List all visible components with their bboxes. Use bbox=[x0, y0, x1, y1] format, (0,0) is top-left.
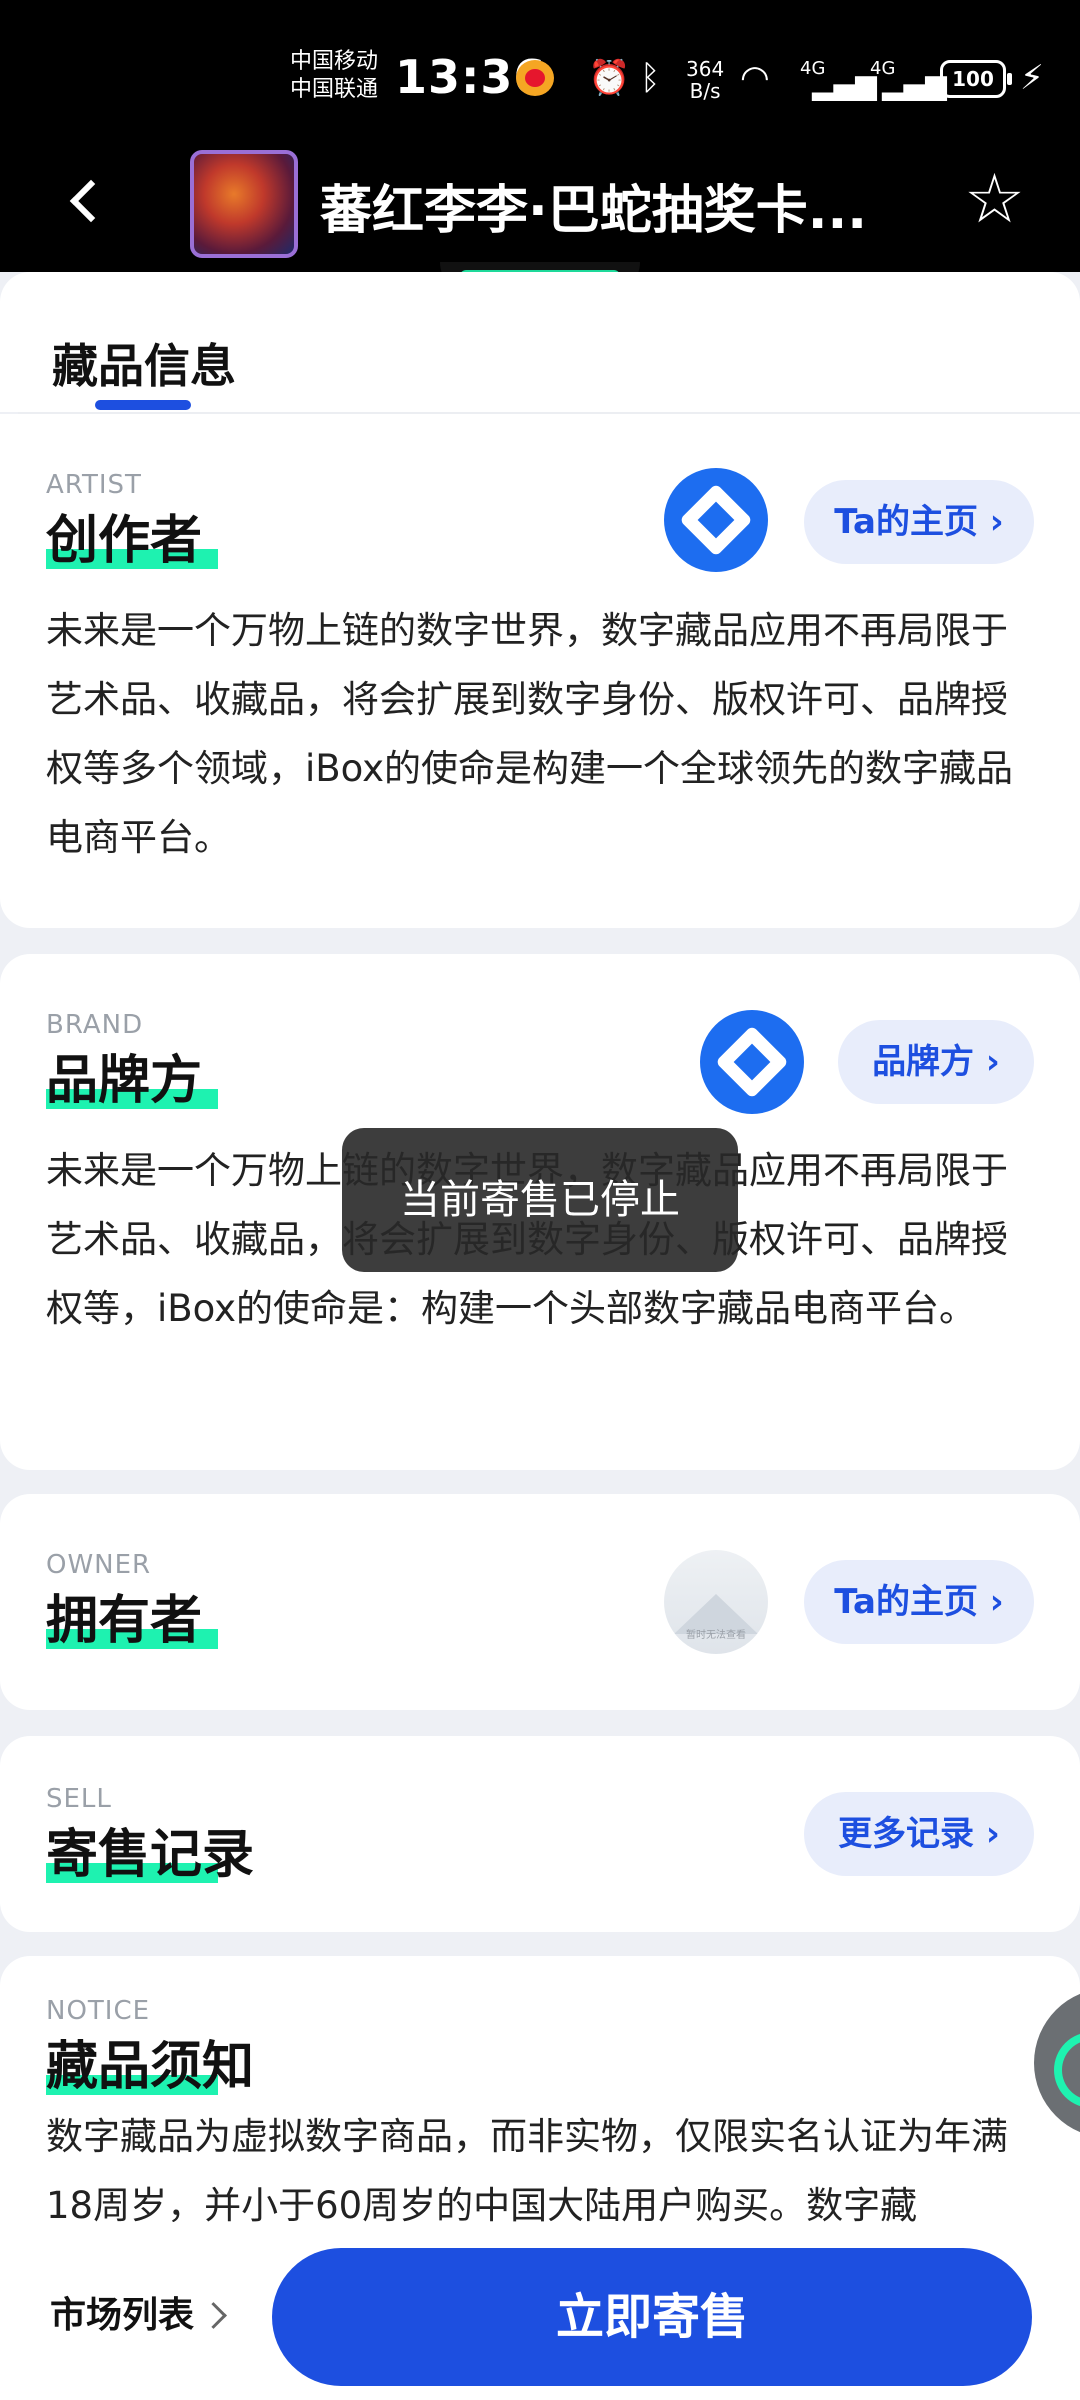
consign-now-button[interactable]: 立即寄售 bbox=[272, 2248, 1032, 2386]
weibo-icon bbox=[516, 60, 554, 96]
owner-en-label: OWNER bbox=[46, 1550, 152, 1580]
tab-indicator bbox=[95, 400, 191, 410]
carrier-labels: 中国移动 中国联通 bbox=[290, 48, 378, 104]
brand-heading-text: 品牌方 bbox=[46, 1051, 203, 1111]
artist-heading: 创作者 bbox=[46, 498, 218, 573]
ibox-logo-icon bbox=[664, 468, 768, 572]
owner-homepage-button[interactable]: Ta的主页 › bbox=[804, 1560, 1034, 1644]
sell-en-label: SELL bbox=[46, 1784, 112, 1814]
page-title: 蕃红李李·巴蛇抽奖卡... bbox=[320, 181, 868, 241]
brand-button[interactable]: 品牌方 › bbox=[838, 1020, 1034, 1104]
sell-heading: 寄售记录 bbox=[46, 1812, 254, 1887]
avatar-placeholder-text: 暂时无法查看 bbox=[686, 1630, 746, 1641]
carrier-1: 中国移动 bbox=[290, 49, 379, 74]
brand-heading: 品牌方 bbox=[46, 1038, 218, 1113]
status-bar: 中国移动 中国联通 13:36 ⏰ ᛒ 364 B/s ◠ 4G ▂▄▆ 4G … bbox=[0, 0, 1080, 150]
chevron-right-icon bbox=[200, 2302, 227, 2329]
charging-icon: ⚡ bbox=[1020, 58, 1044, 98]
collectible-thumbnail bbox=[190, 150, 298, 258]
net-speed-unit: B/s bbox=[689, 79, 721, 103]
owner-card: OWNER 拥有者 暂时无法查看 Ta的主页 › bbox=[0, 1494, 1080, 1710]
sell-card: SELL 寄售记录 更多记录 › bbox=[0, 1736, 1080, 1932]
artist-description: 未来是一个万物上链的数字世界，数字藏品应用不再局限于艺术品、收藏品，将会扩展到数… bbox=[46, 609, 1014, 859]
carrier-2: 中国联通 bbox=[290, 77, 379, 102]
notice-description: 数字藏品为虚拟数字商品，而非实物，仅限实名认证为年满18周岁，并小于60周岁的中… bbox=[46, 2115, 1008, 2227]
tab-bar: 藏品信息 bbox=[0, 272, 1080, 412]
bluetooth-icon: ᛒ bbox=[640, 58, 661, 98]
artist-en-label: ARTIST bbox=[46, 470, 142, 500]
notice-heading: 藏品须知 bbox=[46, 2024, 254, 2099]
sell-heading-text: 寄售记录 bbox=[46, 1825, 255, 1885]
owner-avatar: 暂时无法查看 bbox=[664, 1550, 768, 1654]
toast-message: 当前寄售已停止 bbox=[342, 1128, 738, 1272]
favorite-star-icon[interactable]: ☆ bbox=[964, 160, 1025, 240]
alarm-icon: ⏰ bbox=[588, 58, 631, 98]
brand-en-label: BRAND bbox=[46, 1010, 144, 1040]
top-bar: 中国移动 中国联通 13:36 ⏰ ᛒ 364 B/s ◠ 4G ▂▄▆ 4G … bbox=[0, 0, 1080, 272]
tab-collectible-info[interactable]: 藏品信息 bbox=[52, 330, 236, 396]
back-button[interactable] bbox=[58, 170, 118, 230]
market-list-link[interactable]: 市场列表 bbox=[50, 2286, 194, 2338]
bottom-bar: 市场列表 立即寄售 bbox=[0, 2222, 1080, 2400]
battery-indicator: 100 bbox=[940, 60, 1012, 98]
ibox-logo-icon bbox=[700, 1010, 804, 1114]
notice-en-label: NOTICE bbox=[46, 1996, 151, 2026]
signal-2-icon: ▂▄▆ bbox=[882, 68, 947, 101]
more-records-button[interactable]: 更多记录 › bbox=[804, 1792, 1034, 1876]
artist-card: ARTIST 创作者 Ta的主页 › 未来是一个万物上链的数字世界，数字藏品应用… bbox=[0, 414, 1080, 928]
artist-homepage-button[interactable]: Ta的主页 › bbox=[804, 480, 1034, 564]
wifi-icon: ◠ bbox=[740, 58, 770, 98]
owner-heading: 拥有者 bbox=[46, 1578, 218, 1653]
notice-card: NOTICE 藏品须知 数字藏品为虚拟数字商品，而非实物，仅限实名认证为年满18… bbox=[0, 1956, 1080, 2256]
notice-heading-text: 藏品须知 bbox=[46, 2037, 255, 2097]
net-speed-value: 364 bbox=[686, 57, 725, 81]
artist-heading-text: 创作者 bbox=[46, 511, 203, 571]
page-header: 蕃红李李·巴蛇抽奖卡... ☆ bbox=[0, 150, 1080, 272]
owner-heading-text: 拥有者 bbox=[46, 1591, 203, 1651]
signal-1-icon: ▂▄▆ bbox=[812, 68, 877, 101]
net-speed: 364 B/s bbox=[686, 58, 724, 102]
